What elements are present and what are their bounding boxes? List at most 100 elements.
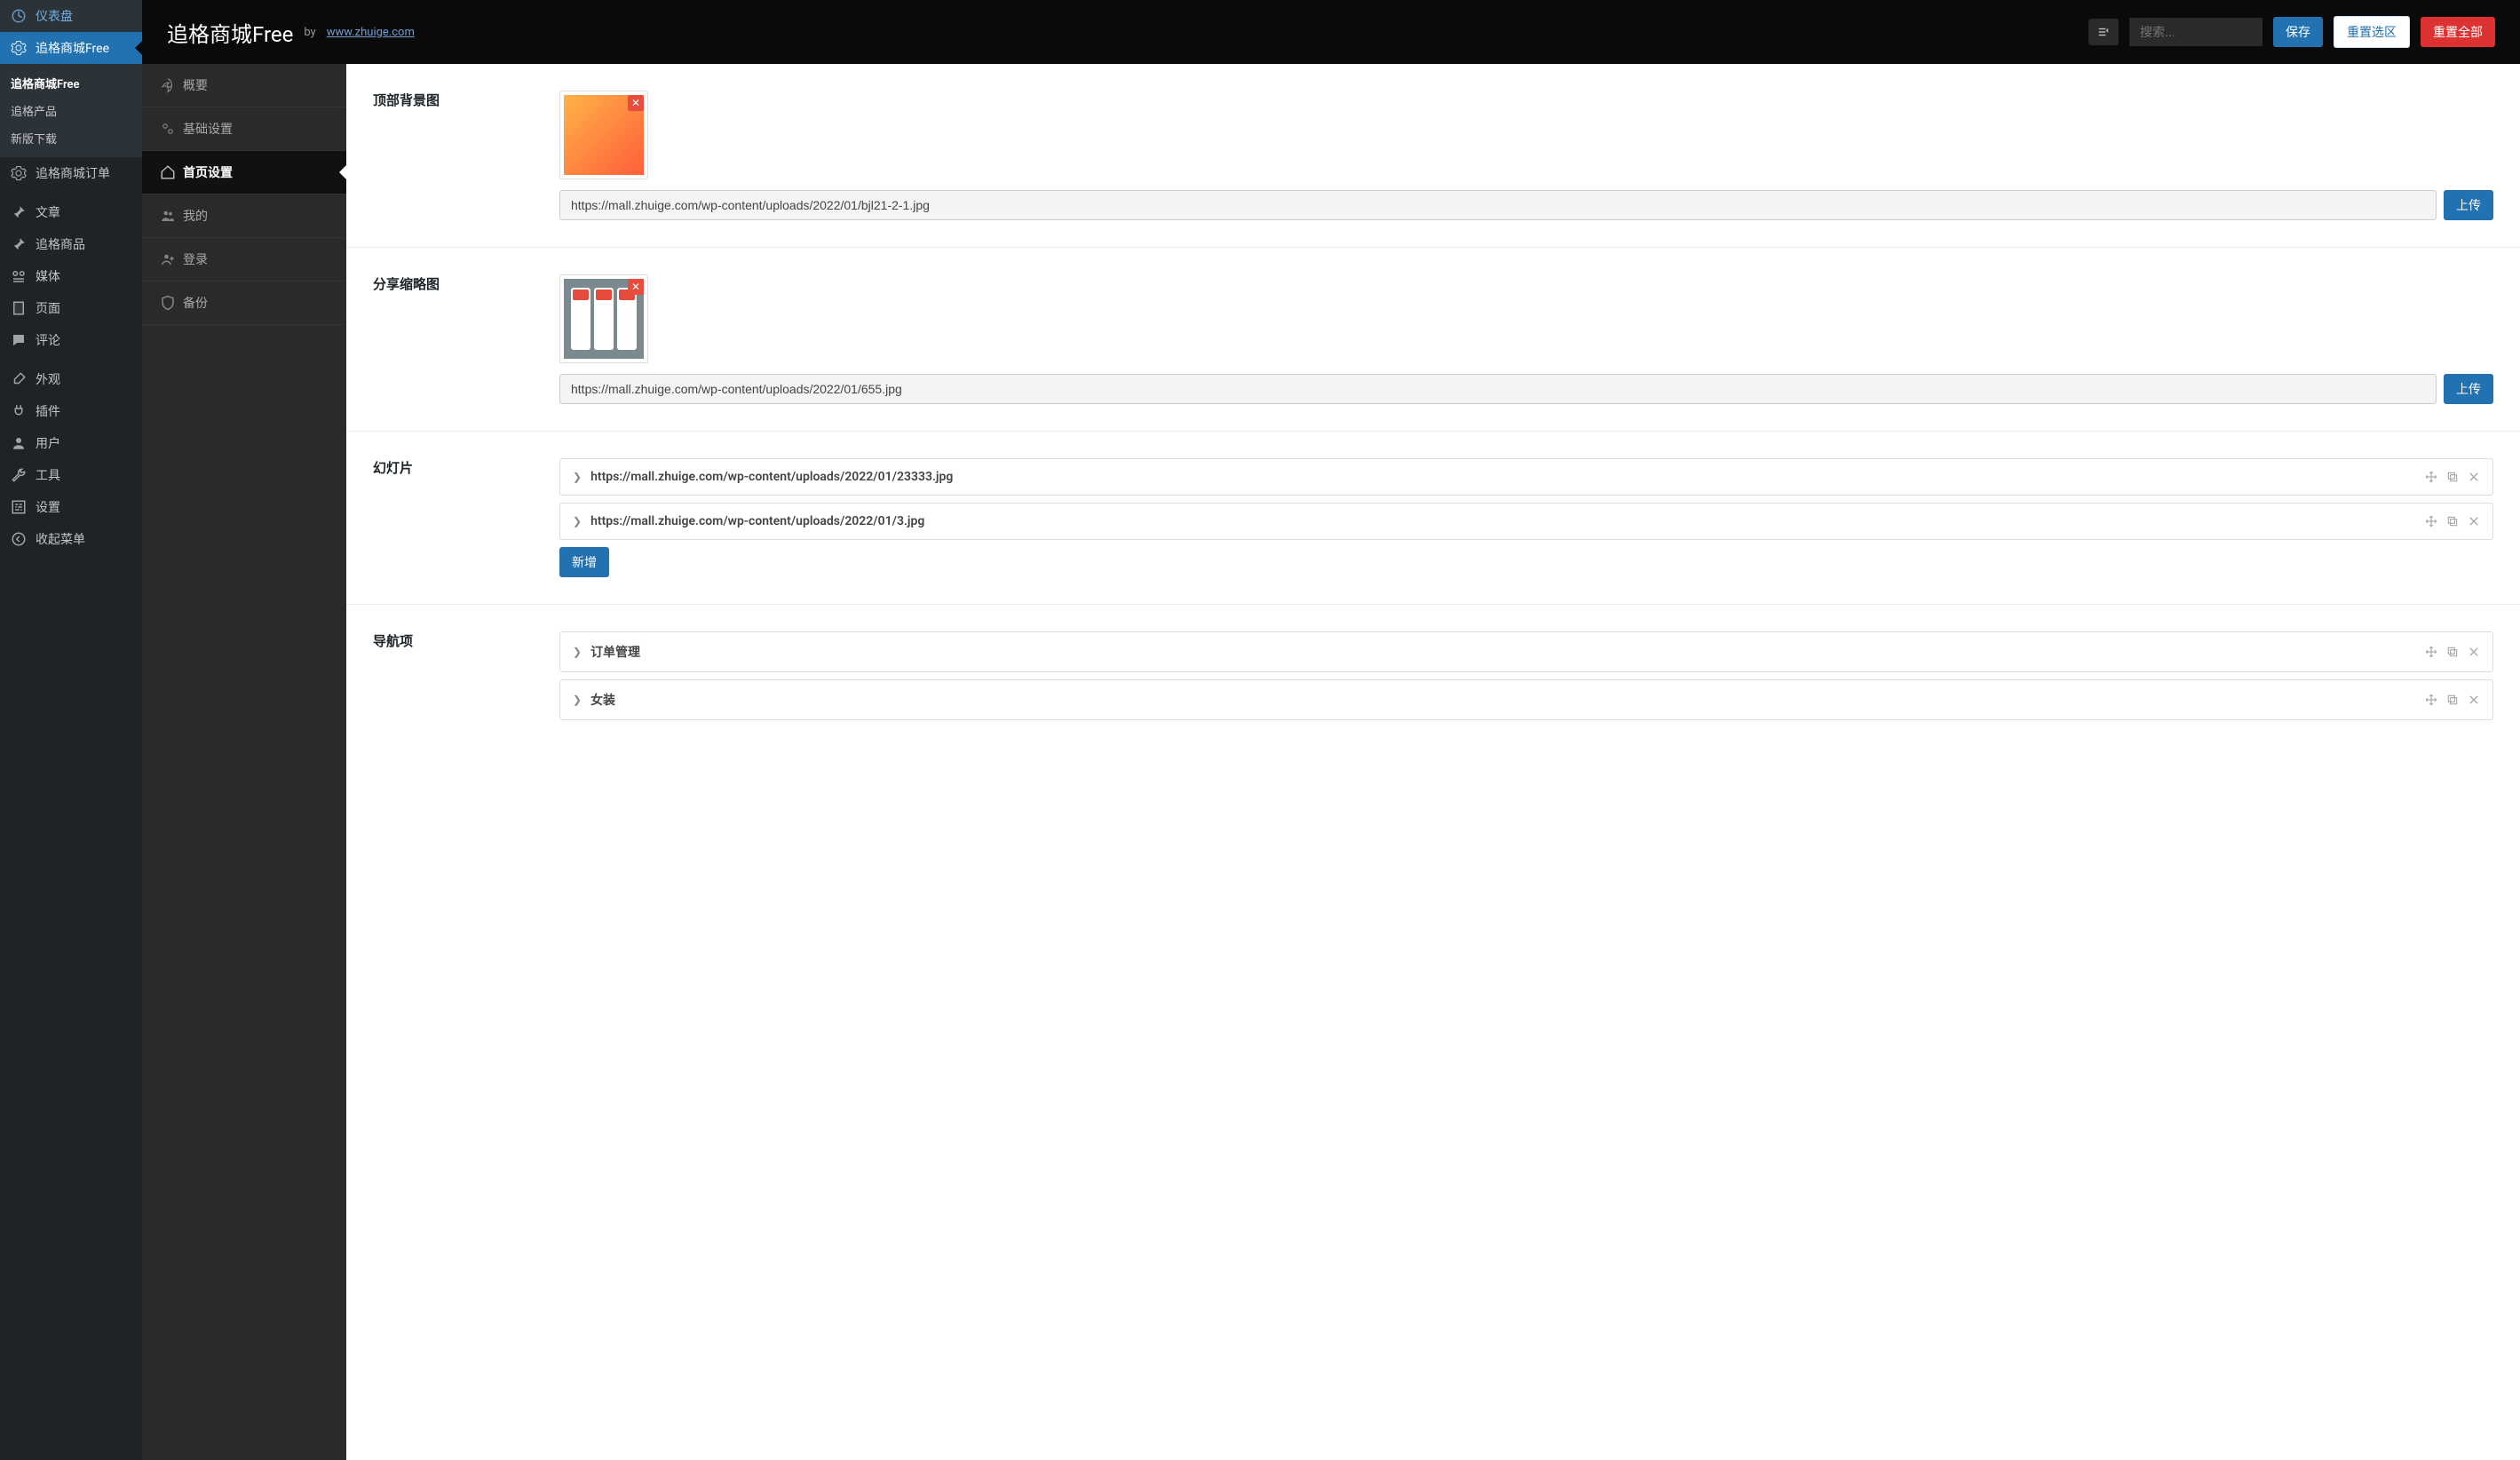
- image-url-input[interactable]: [559, 374, 2437, 404]
- tab-label: 登录: [183, 250, 208, 268]
- wp-menu-plugins[interactable]: 插件: [0, 395, 142, 427]
- repeater-title: https://mall.zhuige.com/wp-content/uploa…: [590, 514, 2416, 528]
- wp-admin-sidebar: 仪表盘追格商城Free追格商城Free追格产品新版下载追格商城订单文章追格商品媒…: [0, 0, 142, 1460]
- tab-overview[interactable]: 概要: [142, 64, 346, 107]
- menu-label: 插件: [36, 402, 60, 420]
- tab-label: 首页设置: [183, 163, 233, 181]
- tab-label: 我的: [183, 207, 208, 225]
- menu-label: 追格商城Free: [36, 39, 109, 57]
- wp-menu-settings[interactable]: 设置: [0, 491, 142, 523]
- menu-label: 工具: [36, 466, 60, 484]
- wp-menu-goods[interactable]: 追格商品: [0, 228, 142, 260]
- home-icon: [160, 164, 174, 180]
- move-icon[interactable]: [2425, 471, 2437, 483]
- close-icon[interactable]: [2468, 646, 2480, 658]
- rocket-icon: [160, 77, 174, 93]
- media-icon: [11, 268, 28, 284]
- page-title: 追格商城Free: [167, 17, 293, 48]
- search-input[interactable]: [2129, 18, 2262, 46]
- pin-icon: [11, 236, 28, 252]
- menu-label: 追格商城订单: [36, 164, 110, 182]
- by-label: by: [304, 26, 315, 39]
- wp-menu-comments[interactable]: 评论: [0, 324, 142, 356]
- wp-menu-orders[interactable]: 追格商城订单: [0, 157, 142, 189]
- wrench-icon: [11, 467, 28, 483]
- brush-icon: [11, 371, 28, 387]
- chevron-right-icon: ❯: [573, 694, 582, 706]
- image-preview: ✕: [559, 91, 648, 179]
- menu-label: 仪表盘: [36, 7, 73, 25]
- settings-content: 顶部背景图 ✕ 上传 分享缩略图: [346, 64, 2520, 1460]
- upload-button[interactable]: 上传: [2444, 374, 2493, 404]
- field-label: 分享缩略图: [373, 274, 533, 404]
- chevron-right-icon: ❯: [573, 471, 582, 483]
- copy-icon[interactable]: [2446, 646, 2459, 658]
- wp-menu-users[interactable]: 用户: [0, 427, 142, 459]
- tab-login[interactable]: 登录: [142, 238, 346, 282]
- repeater-item[interactable]: ❯ 女装: [559, 679, 2493, 720]
- remove-image-icon[interactable]: ✕: [628, 279, 644, 295]
- repeater-item[interactable]: ❯ https://mall.zhuige.com/wp-content/upl…: [559, 503, 2493, 540]
- move-icon[interactable]: [2425, 694, 2437, 706]
- pin-icon: [11, 204, 28, 220]
- menu-label: 媒体: [36, 267, 60, 285]
- field-label: 导航项: [373, 631, 533, 727]
- tab-basic[interactable]: 基础设置: [142, 107, 346, 151]
- collapse-icon: [11, 531, 28, 547]
- add-slide-button[interactable]: 新增: [559, 547, 609, 577]
- image-url-input[interactable]: [559, 190, 2437, 220]
- tab-my[interactable]: 我的: [142, 194, 346, 238]
- repeater-item[interactable]: ❯ https://mall.zhuige.com/wp-content/upl…: [559, 458, 2493, 496]
- reset-all-button[interactable]: 重置全部: [2421, 17, 2495, 47]
- wp-menu-media[interactable]: 媒体: [0, 260, 142, 292]
- tab-label: 基础设置: [183, 120, 233, 138]
- repeater-title: https://mall.zhuige.com/wp-content/uploa…: [590, 470, 2416, 484]
- repeater-title: 订单管理: [590, 643, 2416, 661]
- wp-submenu-item[interactable]: 追格产品: [0, 97, 142, 124]
- repeater-title: 女装: [590, 691, 2416, 709]
- close-icon[interactable]: [2468, 694, 2480, 706]
- chevron-right-icon: ❯: [573, 646, 582, 658]
- tab-backup[interactable]: 备份: [142, 282, 346, 325]
- settings-tabs: 概要基础设置首页设置我的登录备份: [142, 64, 346, 1460]
- wp-submenu-item[interactable]: 追格商城Free: [0, 69, 142, 97]
- wp-menu-tools[interactable]: 工具: [0, 459, 142, 491]
- user-plus-icon: [160, 251, 174, 267]
- close-icon[interactable]: [2468, 515, 2480, 528]
- author-link[interactable]: www.zhuige.com: [327, 26, 415, 39]
- wp-menu-posts[interactable]: 文章: [0, 196, 142, 228]
- wp-menu-zhuige-free[interactable]: 追格商城Free: [0, 32, 142, 64]
- gear-icon: [11, 165, 28, 181]
- wp-menu-dashboard[interactable]: 仪表盘: [0, 0, 142, 32]
- wp-menu-collapse[interactable]: 收起菜单: [0, 523, 142, 555]
- move-icon[interactable]: [2425, 646, 2437, 658]
- page-icon: [11, 300, 28, 316]
- copy-icon[interactable]: [2446, 471, 2459, 483]
- remove-image-icon[interactable]: ✕: [628, 95, 644, 111]
- repeater-item[interactable]: ❯ 订单管理: [559, 631, 2493, 672]
- plug-icon: [11, 403, 28, 419]
- close-icon[interactable]: [2468, 471, 2480, 483]
- menu-label: 评论: [36, 331, 60, 349]
- move-icon[interactable]: [2425, 515, 2437, 528]
- reset-section-button[interactable]: 重置选区: [2334, 16, 2410, 48]
- sliders-icon: [11, 499, 28, 515]
- copy-icon[interactable]: [2446, 515, 2459, 528]
- field-share-thumb: 分享缩略图 ✕ 上传: [346, 248, 2520, 432]
- wp-menu-appearance[interactable]: 外观: [0, 363, 142, 395]
- tab-home[interactable]: 首页设置: [142, 151, 346, 194]
- copy-icon[interactable]: [2446, 694, 2459, 706]
- tab-label: 备份: [183, 294, 208, 312]
- panel-toggle-icon[interactable]: [2088, 19, 2119, 45]
- upload-button[interactable]: 上传: [2444, 190, 2493, 220]
- wp-menu-pages[interactable]: 页面: [0, 292, 142, 324]
- menu-label: 外观: [36, 370, 60, 388]
- field-label: 幻灯片: [373, 458, 533, 577]
- save-button[interactable]: 保存: [2273, 17, 2323, 47]
- menu-label: 设置: [36, 498, 60, 516]
- field-nav: 导航项 ❯ 订单管理 ❯ 女装: [346, 605, 2520, 754]
- dashboard-icon: [11, 8, 28, 24]
- menu-label: 文章: [36, 203, 60, 221]
- wp-submenu-item[interactable]: 新版下载: [0, 124, 142, 152]
- cogs-icon: [160, 121, 174, 137]
